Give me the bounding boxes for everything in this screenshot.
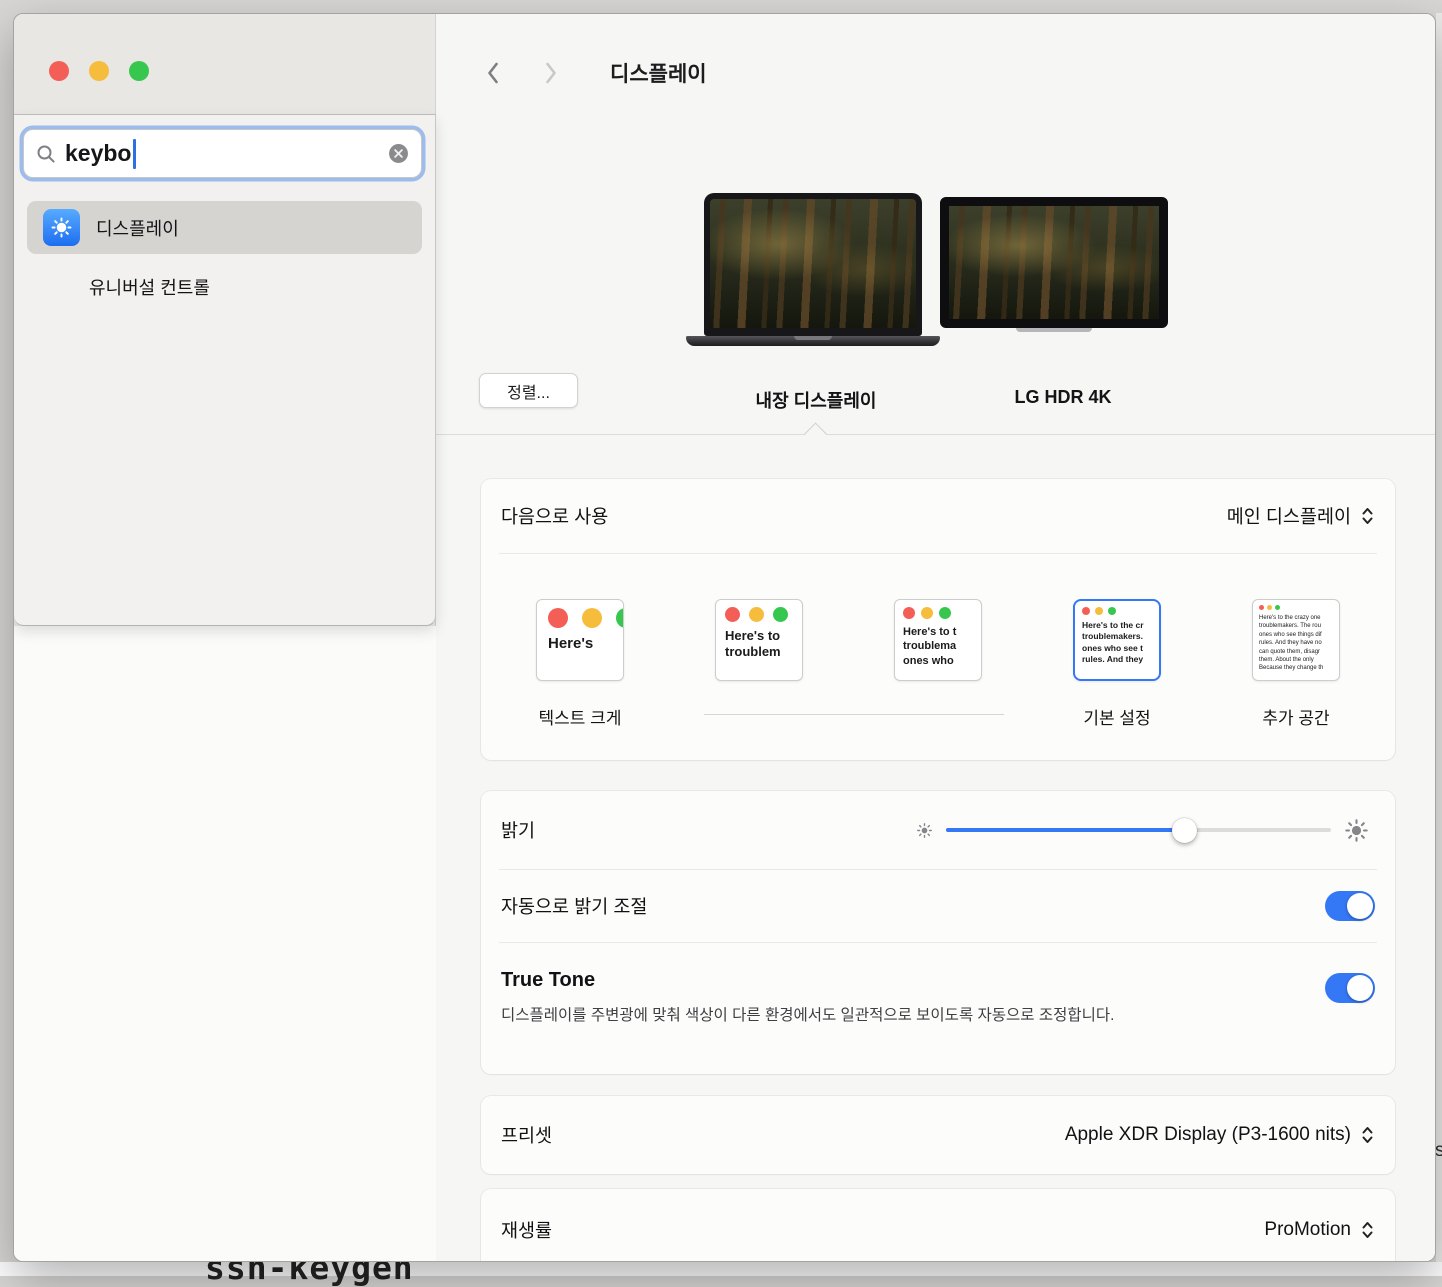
brightness-slider-thumb[interactable] [1172,818,1197,843]
external-display-name: LG HDR 4K [1014,387,1111,408]
sidebar: keybo 디스플레이 유니버설 컨트롤 [14,14,436,1261]
page-title: 디스플레이 [610,58,707,88]
close-button[interactable] [49,61,69,81]
preset-label: 프리셋 [501,1122,552,1148]
mini-window-controls [716,600,802,622]
chevron-up-down-icon [1360,1124,1375,1146]
true-tone-label: True Tone [501,969,1114,992]
preset-card: 프리셋 Apple XDR Display (P3-1600 nits) [481,1096,1395,1174]
scaling-preview: Here's [536,599,624,681]
mini-window-controls [1075,601,1159,615]
laptop-base [686,336,940,346]
scaling-preview: Here's to the crazy one troublemakers. T… [1252,599,1340,681]
scaling-preview-text: Here's to troublem [716,622,802,661]
builtin-display-thumbnail[interactable] [704,193,940,346]
back-button[interactable] [486,61,500,85]
use-as-row: 다음으로 사용 메인 디스플레이 [481,479,1395,553]
text-cursor [133,139,136,169]
minimize-button[interactable] [89,61,109,81]
mini-window-controls [895,600,981,619]
scaling-options: Here's 텍스트 크게 Here's to troublem Here's … [481,554,1395,760]
true-tone-text: True Tone 디스플레이를 주변광에 맞춰 색상이 다른 환경에서도 일관… [501,969,1114,1027]
auto-brightness-row: 자동으로 밝기 조절 [481,870,1395,942]
search-icon [36,144,56,164]
display-settings-pane: 디스플레이 정렬... 내장 디스플레이 LG HDR 4K 다음으로 사용 [436,14,1435,1261]
scaling-option-2[interactable]: Here's to troublem [699,599,819,724]
display-options-card: 다음으로 사용 메인 디스플레이 Here's 텍스트 크게 [481,479,1395,760]
chevron-up-down-icon [1360,505,1375,527]
use-as-value: 메인 디스플레이 [1227,503,1351,529]
external-display-wallpaper [940,197,1168,328]
toggle-knob [1347,893,1373,919]
scaling-preview-text: Here's to t troublema ones who [895,619,981,668]
preset-select[interactable]: Apple XDR Display (P3-1600 nits) [1065,1124,1375,1146]
scaling-option-label: 기본 설정 [1083,704,1150,724]
auto-brightness-toggle[interactable] [1325,891,1375,921]
brightness-row: 밝기 [481,791,1395,869]
sidebar-lower-area [14,626,436,1261]
arrange-button[interactable]: 정렬... [479,373,578,408]
section-divider [436,434,1435,435]
brightness-controls [916,818,1375,843]
use-as-label: 다음으로 사용 [501,503,608,529]
display-settings-icon [43,209,80,246]
scaling-preview-text: Here's to the cr troublemakers. ones who… [1075,615,1159,666]
scaling-option-default-selected[interactable]: Here's to the cr troublemakers. ones who… [1057,599,1177,724]
scaling-preview-text: Here's to the crazy one troublemakers. T… [1253,610,1339,673]
brightness-slider[interactable] [946,828,1331,832]
scaling-option-larger-text[interactable]: Here's 텍스트 크게 [520,599,640,724]
selected-display-pointer [803,422,827,446]
brightness-label: 밝기 [501,817,535,843]
forward-button[interactable] [544,61,558,85]
monitor-stand [1016,328,1092,332]
result-label: 유니버설 컨트롤 [89,274,210,300]
search-results-panel: keybo 디스플레이 유니버설 컨트롤 [14,114,436,626]
scaling-preview: Here's to t troublema ones who [894,599,982,681]
search-field[interactable]: keybo [23,129,422,178]
preset-row: 프리셋 Apple XDR Display (P3-1600 nits) [481,1096,1395,1174]
system-settings-window: keybo 디스플레이 유니버설 컨트롤 [13,13,1436,1262]
navigation-header: 디스플레이 [486,58,707,88]
use-as-select[interactable]: 메인 디스플레이 [1227,503,1375,529]
scaling-option-more-space[interactable]: Here's to the crazy one troublemakers. T… [1236,599,1356,724]
search-input-text[interactable]: keybo [65,140,131,167]
true-tone-description: 디스플레이를 주변광에 맞춰 색상이 다른 환경에서도 일관적으로 보이도록 자… [501,1004,1114,1027]
toggle-knob [1347,975,1373,1001]
brightness-high-icon [1344,818,1369,843]
refresh-rate-card: 재생률 ProMotion [481,1189,1395,1262]
mini-window-controls [537,600,623,628]
background-text-fragment: s [1435,1140,1442,1162]
window-controls [49,61,149,81]
builtin-display-name: 내장 디스플레이 [756,387,877,413]
true-tone-row: True Tone 디스플레이를 주변광에 맞춰 색상이 다른 환경에서도 일관… [481,943,1395,1074]
scaling-preview-text: Here's [537,628,623,654]
search-result-display[interactable]: 디스플레이 [27,201,422,254]
scaling-option-3[interactable]: Here's to t troublema ones who [878,599,998,724]
clear-search-button[interactable] [388,143,409,164]
external-display-thumbnail[interactable] [940,197,1168,332]
mini-window-controls [1253,600,1339,610]
scaling-preview: Here's to the cr troublemakers. ones who… [1073,599,1161,681]
true-tone-toggle[interactable] [1325,973,1375,1003]
builtin-display-wallpaper [704,193,922,336]
brightness-slider-fill [946,828,1185,832]
search-result-universal-control[interactable]: 유니버설 컨트롤 [27,267,422,307]
refresh-rate-select[interactable]: ProMotion [1264,1219,1375,1241]
refresh-rate-row: 재생률 ProMotion [481,1189,1395,1262]
refresh-rate-label: 재생률 [501,1217,552,1243]
auto-brightness-label: 자동으로 밝기 조절 [501,893,647,919]
preset-value: Apple XDR Display (P3-1600 nits) [1065,1124,1351,1146]
result-label: 디스플레이 [96,215,179,241]
scaling-option-label: 추가 공간 [1262,704,1329,724]
brightness-card: 밝기 자동으로 밝기 조절 True Tone [481,791,1395,1074]
refresh-rate-value: ProMotion [1264,1219,1351,1241]
chevron-up-down-icon [1360,1219,1375,1241]
scaling-preview: Here's to troublem [715,599,803,681]
scaling-option-label: 텍스트 크게 [539,704,622,724]
brightness-low-icon [916,822,933,839]
zoom-button[interactable] [129,61,149,81]
desktop-right-strip [1436,13,1442,1262]
